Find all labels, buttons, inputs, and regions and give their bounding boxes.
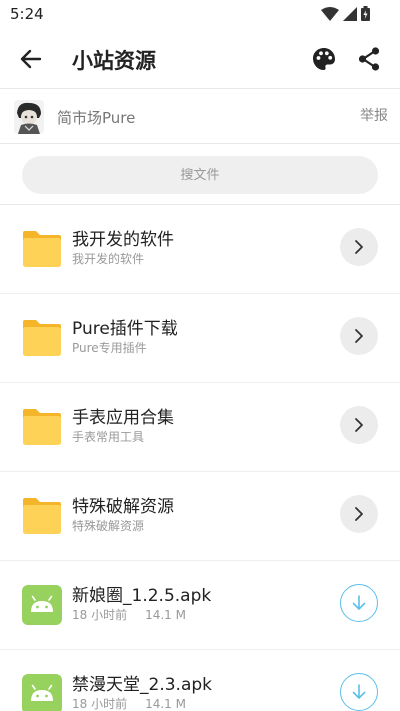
download-button[interactable] <box>340 584 378 622</box>
file-size: 14.1 M <box>145 608 186 622</box>
status-bar: 5:24 <box>0 0 400 30</box>
palette-icon <box>313 48 335 70</box>
file-meta: 18 小时前 14.1 M <box>72 606 186 623</box>
battery-icon <box>361 6 370 21</box>
android-apk-icon <box>22 585 62 625</box>
search-input[interactable] <box>22 156 378 194</box>
arrow-left-icon <box>20 49 42 69</box>
report-button[interactable]: 举报 <box>360 105 388 125</box>
share-button[interactable] <box>356 46 382 72</box>
folder-title: 我开发的软件 <box>72 230 174 250</box>
theme-button[interactable] <box>311 46 337 72</box>
folder-title: 手表应用合集 <box>72 408 174 428</box>
file-time: 18 小时前 <box>72 697 128 711</box>
share-icon <box>358 47 380 71</box>
folder-icon <box>23 231 61 267</box>
folder-icon <box>23 409 61 445</box>
chevron-right-icon <box>355 507 363 521</box>
file-name: 新娘圈_1.2.5.apk <box>72 586 212 606</box>
status-icons <box>321 6 370 21</box>
folder-subtitle: Pure专用插件 <box>72 341 147 355</box>
folder-icon <box>23 498 61 534</box>
folder-item[interactable]: 我开发的软件 我开发的软件 <box>0 205 400 294</box>
file-item[interactable]: 禁漫天堂_2.3.apk 18 小时前 14.1 M <box>0 650 400 711</box>
owner-name[interactable]: 简市场Pure <box>57 107 135 128</box>
signal-icon <box>343 6 357 21</box>
file-list: 我开发的软件 我开发的软件 Pure插件下载 Pure专用插件 手表应用合集 手… <box>0 205 400 711</box>
chevron-right-icon <box>355 329 363 343</box>
file-item[interactable]: 新娘圈_1.2.5.apk 18 小时前 14.1 M <box>0 561 400 650</box>
wifi-icon <box>321 6 339 21</box>
folder-item[interactable]: Pure插件下载 Pure专用插件 <box>0 294 400 383</box>
folder-item[interactable]: 特殊破解资源 特殊破解资源 <box>0 472 400 561</box>
file-name: 禁漫天堂_2.3.apk <box>72 675 212 695</box>
folder-icon <box>23 320 61 356</box>
android-apk-icon <box>22 674 62 711</box>
status-time: 5:24 <box>10 5 44 23</box>
open-folder-button[interactable] <box>340 406 378 444</box>
folder-title: 特殊破解资源 <box>72 497 174 517</box>
folder-subtitle: 手表常用工具 <box>72 430 145 444</box>
open-folder-button[interactable] <box>340 495 378 533</box>
download-button[interactable] <box>340 673 378 711</box>
page-title: 小站资源 <box>72 49 156 73</box>
chevron-right-icon <box>355 418 363 432</box>
appbar-divider <box>0 88 400 89</box>
open-folder-button[interactable] <box>340 317 378 355</box>
avatar-image <box>14 100 44 134</box>
open-folder-button[interactable] <box>340 228 378 266</box>
chevron-right-icon <box>355 240 363 254</box>
folder-subtitle: 我开发的软件 <box>72 252 145 266</box>
folder-title: Pure插件下载 <box>72 319 178 339</box>
avatar[interactable] <box>14 100 44 134</box>
folder-subtitle: 特殊破解资源 <box>72 519 145 533</box>
file-size: 14.1 M <box>145 697 186 711</box>
owner-divider <box>0 143 400 144</box>
file-time: 18 小时前 <box>72 608 128 622</box>
download-icon <box>352 595 366 610</box>
search-box <box>22 156 378 194</box>
download-icon <box>352 684 366 699</box>
app-bar: 小站资源 <box>0 30 400 88</box>
back-button[interactable] <box>16 46 46 72</box>
owner-row: 简市场Pure 举报 <box>0 92 400 142</box>
folder-item[interactable]: 手表应用合集 手表常用工具 <box>0 383 400 472</box>
file-meta: 18 小时前 14.1 M <box>72 695 186 711</box>
